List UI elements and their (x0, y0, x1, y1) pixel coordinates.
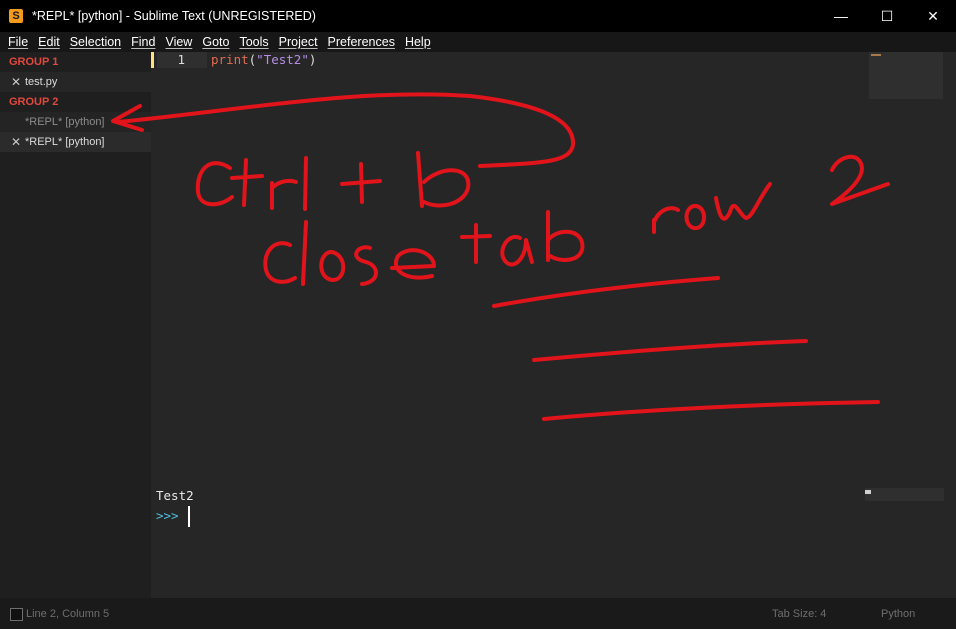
window-controls: — ☐ ✕ (818, 0, 956, 32)
group-1-title: GROUP 1 (9, 56, 59, 68)
code-string: "Test2" (256, 52, 309, 67)
modified-line-marker (151, 52, 154, 68)
repl-minimap[interactable] (865, 488, 956, 501)
menu-bar: File Edit Selection Find View Goto Tools… (0, 32, 956, 52)
menu-selection[interactable]: Selection (70, 35, 121, 49)
scrollbar-thumb[interactable] (944, 52, 956, 582)
open-file-repl-1[interactable]: *REPL* [python] (0, 112, 151, 132)
line-number: 1 (157, 52, 207, 68)
code-line[interactable]: print("Test2") (211, 52, 316, 68)
panel-toggle-icon[interactable] (10, 608, 23, 621)
menu-find[interactable]: Find (131, 35, 155, 49)
menu-edit[interactable]: Edit (38, 35, 60, 49)
text-cursor (188, 506, 190, 527)
close-button[interactable]: ✕ (910, 0, 956, 32)
minimap[interactable] (869, 52, 943, 99)
menu-goto[interactable]: Goto (202, 35, 229, 49)
title-bar: S *REPL* [python] - Sublime Text (UNREGI… (0, 0, 956, 32)
menu-file[interactable]: File (8, 35, 28, 49)
code-paren-close: ) (308, 52, 317, 67)
file-label: *REPL* [python] (25, 116, 105, 128)
sublime-logo-icon: S (9, 9, 23, 23)
vertical-scrollbar[interactable] (944, 52, 956, 582)
menu-tools[interactable]: Tools (239, 35, 268, 49)
minimap-content (865, 490, 871, 494)
tab-size[interactable]: Tab Size: 4 (772, 608, 826, 620)
open-file-repl-2[interactable]: ✕ *REPL* [python] (0, 132, 151, 152)
menu-preferences[interactable]: Preferences (328, 35, 395, 49)
maximize-button[interactable]: ☐ (864, 0, 910, 32)
menu-help[interactable]: Help (405, 35, 431, 49)
minimap-content (871, 54, 881, 56)
sidebar: GROUP 1 ✕ test.py GROUP 2 *REPL* [python… (0, 52, 151, 598)
editor-area[interactable]: 1 print("Test2") Test2 >>> (151, 52, 956, 598)
repl-output: Test2 (156, 488, 194, 503)
menu-view[interactable]: View (165, 35, 192, 49)
file-label: test.py (25, 76, 58, 88)
file-label: *REPL* [python] (25, 136, 105, 148)
menu-project[interactable]: Project (279, 35, 318, 49)
code-function: print (211, 52, 249, 67)
close-icon[interactable]: ✕ (11, 72, 21, 92)
window-title: *REPL* [python] - Sublime Text (UNREGIST… (32, 9, 316, 23)
status-bar: Line 2, Column 5 Tab Size: 4 Python (0, 598, 956, 629)
cursor-position: Line 2, Column 5 (26, 608, 110, 620)
group-2-title: GROUP 2 (9, 96, 59, 108)
syntax-selector[interactable]: Python (881, 608, 915, 620)
close-icon[interactable]: ✕ (11, 132, 21, 152)
minimize-button[interactable]: — (818, 0, 864, 32)
repl-prompt: >>> (156, 508, 179, 523)
open-file-test-py[interactable]: ✕ test.py (0, 72, 151, 92)
